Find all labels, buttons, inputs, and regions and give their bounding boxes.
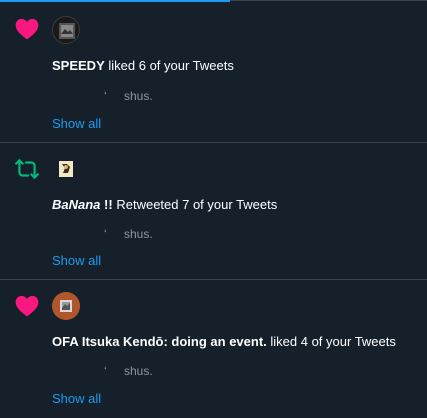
notification-item[interactable]: SPEEDY liked 6 of your Tweets ‘ shus. Sho… [0, 2, 427, 143]
tweet-preview-text: shus. [124, 364, 153, 378]
user-name[interactable]: OFA Itsuka Kendō: doing an event. [52, 334, 267, 349]
quote-mark: ‘ [104, 227, 107, 241]
tweet-preview[interactable]: ‘ shus. [104, 89, 153, 103]
tweet-preview-text: shus. [124, 227, 153, 241]
notification-headline: BaNana !! Retweeted 7 of your Tweets [52, 197, 277, 213]
notifications-page: SPEEDY liked 6 of your Tweets ‘ shus. Sho… [0, 0, 427, 418]
tweet-preview-text: shus. [124, 89, 153, 103]
tab-divider [230, 0, 427, 1]
action-text: Retweeted 7 of your Tweets [116, 197, 278, 212]
avatar[interactable] [52, 292, 80, 320]
user-name-suffix: !! [104, 197, 113, 212]
avatar[interactable] [52, 16, 80, 44]
notification-headline: SPEEDY liked 6 of your Tweets [52, 58, 234, 74]
user-name[interactable]: BaNana [52, 197, 100, 212]
retweet-icon [14, 156, 40, 182]
show-all-link[interactable]: Show all [52, 253, 101, 268]
quote-mark: ‘ [104, 89, 107, 103]
tweet-preview[interactable]: ‘ shus. [104, 364, 153, 378]
heart-icon [14, 16, 40, 42]
quote-mark: ‘ [104, 364, 107, 378]
avatar[interactable] [52, 155, 80, 183]
action-text: liked 6 of your Tweets [108, 58, 234, 73]
notification-headline: OFA Itsuka Kendō: doing an event. liked … [52, 334, 396, 350]
user-name[interactable]: SPEEDY [52, 58, 105, 73]
heart-icon [14, 293, 40, 319]
tweet-preview[interactable]: ‘ shus. [104, 227, 153, 241]
notification-item[interactable]: OFA Itsuka Kendō: doing an event. liked … [0, 281, 427, 418]
show-all-link[interactable]: Show all [52, 391, 101, 406]
show-all-link[interactable]: Show all [52, 116, 101, 131]
notification-item[interactable]: BaNana !! Retweeted 7 of your Tweets ‘ sh… [0, 143, 427, 280]
action-text: liked 4 of your Tweets [270, 334, 396, 349]
